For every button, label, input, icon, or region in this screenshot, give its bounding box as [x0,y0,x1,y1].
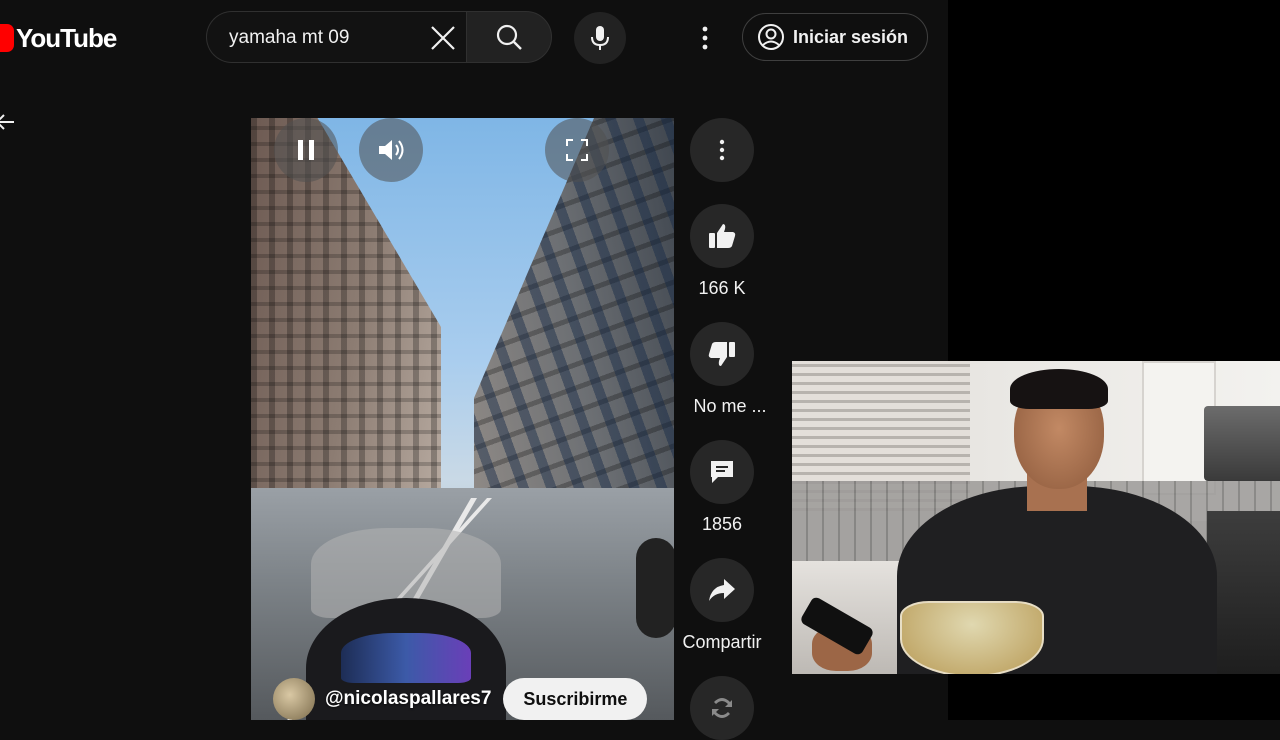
more-vert-icon [719,139,725,161]
signin-label: Iniciar sesión [793,26,909,47]
search-icon [496,24,522,50]
mic-icon [591,26,609,50]
comment-icon [711,461,733,483]
video-frame-building-left [251,118,441,498]
youtube-play-icon [0,24,14,52]
webcam-microwave [1204,406,1280,481]
pause-icon [298,140,314,160]
video-frame-mirror [636,538,674,638]
share-icon [709,579,735,601]
thumbs-up-icon [709,224,736,248]
fullscreen-icon [566,139,588,161]
clear-icon [431,26,455,50]
like-count: 166 K [698,278,746,298]
channel-info: @nicolaspallares7 Suscribirme [273,678,648,720]
clear-search-button[interactable] [429,24,457,52]
settings-menu-button[interactable] [690,22,720,54]
webcam-stove [1207,511,1280,674]
subscribe-button[interactable]: Suscribirme [503,678,648,720]
dislike-button[interactable] [690,322,754,386]
short-video-player[interactable]: @nicolaspallares7 Suscribirme [251,118,674,720]
channel-name-link[interactable]: @nicolaspallares7 [325,688,491,710]
search-button[interactable] [466,11,552,63]
remix-icon [712,698,732,718]
channel-avatar[interactable] [273,678,315,720]
thumbs-down-icon [708,342,735,366]
voice-search-button[interactable] [574,12,626,64]
back-button[interactable] [0,110,16,134]
search-box[interactable]: yamaha mt 09 [206,11,466,63]
webcam-bowl [900,601,1044,674]
more-vert-icon [702,26,708,50]
volume-icon [379,140,404,160]
more-options-button[interactable] [690,118,754,182]
back-arrow-icon [0,114,14,130]
volume-button[interactable] [359,118,423,182]
dislike-label: No me ... [693,396,767,416]
comment-count: 1856 [701,514,743,534]
pause-button[interactable] [274,118,338,182]
search-input[interactable]: yamaha mt 09 [229,27,349,49]
remix-button[interactable] [690,676,754,740]
webcam-overlay [792,361,1280,674]
share-button[interactable] [690,558,754,622]
youtube-logo[interactable]: YouTube [0,22,117,54]
comments-button[interactable] [690,440,754,504]
logo-text: YouTube [16,22,117,53]
like-button[interactable] [690,204,754,268]
video-frame-gauge [341,633,471,683]
share-label: Compartir [682,632,762,652]
fullscreen-button[interactable] [545,118,609,182]
signin-button[interactable]: Iniciar sesión [742,13,928,61]
webcam-person-hair [1010,369,1108,409]
account-icon [758,24,784,50]
